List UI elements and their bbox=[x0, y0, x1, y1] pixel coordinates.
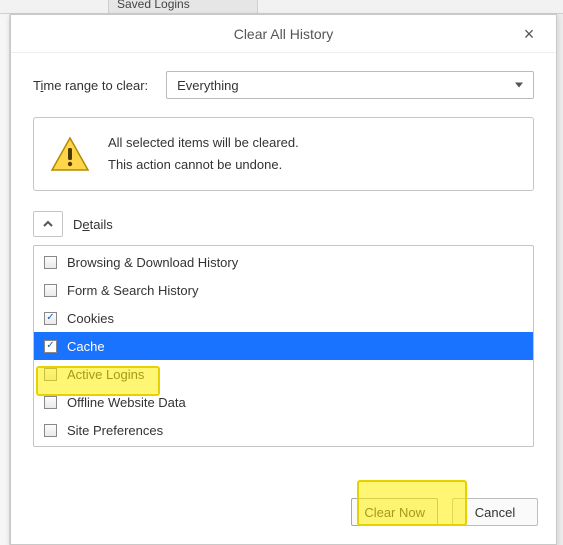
list-item-label: Cache bbox=[67, 339, 105, 354]
time-range-row: Time range to clear: Everything bbox=[33, 71, 534, 99]
list-item[interactable]: Browsing & Download History bbox=[34, 248, 533, 276]
chevron-down-icon bbox=[515, 83, 523, 88]
warning-box: All selected items will be cleared. This… bbox=[33, 117, 534, 191]
list-item[interactable]: Cache bbox=[34, 332, 533, 360]
items-list: Browsing & Download History Form & Search… bbox=[33, 245, 534, 447]
button-label: Clear Now bbox=[364, 505, 425, 520]
list-item[interactable]: Active Logins bbox=[34, 360, 533, 388]
warning-icon bbox=[50, 136, 90, 172]
dialog-body: Time range to clear: Everything All sele… bbox=[11, 53, 556, 484]
label-accesskey: e bbox=[82, 217, 89, 232]
background-sidebar bbox=[0, 14, 10, 545]
list-item-label: Browsing & Download History bbox=[67, 255, 238, 270]
checkbox[interactable] bbox=[44, 256, 57, 269]
details-header: Details bbox=[33, 211, 534, 237]
clear-now-button[interactable]: Clear Now bbox=[351, 498, 438, 526]
label-part: me range to clear: bbox=[43, 78, 148, 93]
background-toolbar bbox=[0, 0, 563, 14]
list-item-label: Cookies bbox=[67, 311, 114, 326]
details-toggle-button[interactable] bbox=[33, 211, 63, 237]
warning-text: All selected items will be cleared. This… bbox=[108, 132, 299, 176]
close-icon: × bbox=[524, 24, 535, 45]
dialog-titlebar: Clear All History × bbox=[11, 15, 556, 53]
warning-line2: This action cannot be undone. bbox=[108, 154, 299, 176]
label-part: D bbox=[73, 217, 82, 232]
time-range-value: Everything bbox=[177, 78, 238, 93]
chevron-up-icon bbox=[42, 218, 54, 230]
details-label: Details bbox=[73, 217, 113, 232]
checkbox[interactable] bbox=[44, 312, 57, 325]
list-item-label: Active Logins bbox=[67, 367, 144, 382]
checkbox[interactable] bbox=[44, 396, 57, 409]
list-item-label: Offline Website Data bbox=[67, 395, 186, 410]
list-item-label: Site Preferences bbox=[67, 423, 163, 438]
button-label: Cancel bbox=[475, 505, 515, 520]
label-part: tails bbox=[90, 217, 113, 232]
clear-history-dialog: Clear All History × Time range to clear:… bbox=[10, 14, 557, 545]
checkbox[interactable] bbox=[44, 340, 57, 353]
time-range-select[interactable]: Everything bbox=[166, 71, 534, 99]
close-button[interactable]: × bbox=[510, 15, 548, 53]
checkbox[interactable] bbox=[44, 284, 57, 297]
warning-line1: All selected items will be cleared. bbox=[108, 132, 299, 154]
time-range-label: Time range to clear: bbox=[33, 78, 148, 93]
list-item-label: Form & Search History bbox=[67, 283, 198, 298]
list-item[interactable]: Site Preferences bbox=[34, 416, 533, 444]
list-item[interactable]: Offline Website Data bbox=[34, 388, 533, 416]
background-saved-logins: Saved Logins bbox=[108, 0, 258, 14]
checkbox[interactable] bbox=[44, 368, 57, 381]
list-item[interactable]: Form & Search History bbox=[34, 276, 533, 304]
dialog-title: Clear All History bbox=[234, 26, 334, 42]
dialog-footer: Clear Now Cancel bbox=[11, 484, 556, 544]
checkbox[interactable] bbox=[44, 424, 57, 437]
list-item[interactable]: Cookies bbox=[34, 304, 533, 332]
cancel-button[interactable]: Cancel bbox=[452, 498, 538, 526]
